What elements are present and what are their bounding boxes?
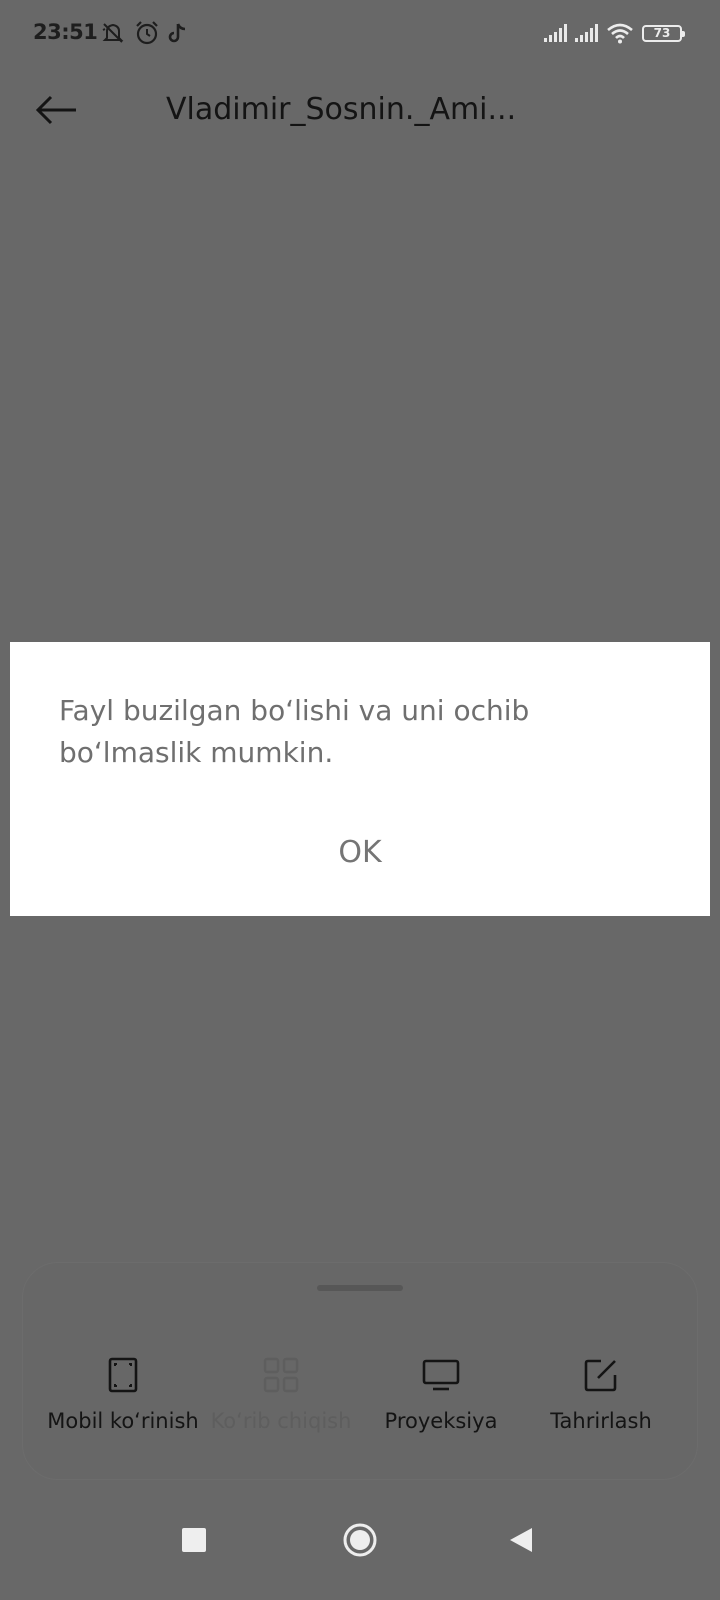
mute-icon xyxy=(102,23,124,43)
alarm-icon xyxy=(136,21,158,45)
recent-apps-button[interactable] xyxy=(182,1528,206,1552)
tiktok-icon xyxy=(168,23,186,43)
nav-back-button[interactable] xyxy=(508,1526,534,1554)
back-button[interactable] xyxy=(30,84,82,136)
signal-icon xyxy=(575,24,598,42)
status-icons-right: 73 xyxy=(544,22,685,44)
battery-level: 73 xyxy=(653,25,671,40)
arrow-left-icon xyxy=(35,95,76,125)
sheet-drag-handle[interactable] xyxy=(317,1285,403,1291)
edit-icon xyxy=(584,1359,617,1392)
home-button[interactable] xyxy=(342,1522,378,1558)
wifi-icon xyxy=(607,23,633,44)
dialog-message: Fayl buzilgan boʻlishi va uni ochib boʻl… xyxy=(59,694,530,769)
battery-icon: 73 xyxy=(642,24,685,42)
status-bar: 23:51 73 xyxy=(0,0,720,70)
fullscreen-icon xyxy=(108,1357,138,1393)
document-title: Vladimir_Sosnin._Ami... xyxy=(166,92,517,127)
monitor-icon xyxy=(422,1359,460,1391)
system-navigation-bar xyxy=(0,1510,720,1600)
edit-label: Tahrirlash xyxy=(550,1409,652,1433)
status-time: 23:51 xyxy=(33,20,98,44)
edit-button[interactable]: Tahrirlash xyxy=(501,1355,701,1433)
ok-button[interactable]: OK xyxy=(300,828,420,878)
signal-icon xyxy=(544,24,567,42)
grid-icon xyxy=(263,1357,299,1393)
bottom-action-sheet: Mobil koʻrinish Koʻrib chiqish Proyeksiy… xyxy=(22,1262,698,1480)
alert-dialog: Fayl buzilgan boʻlishi va uni ochib boʻl… xyxy=(10,642,710,916)
status-icons-left xyxy=(100,20,188,46)
app-bar: Vladimir_Sosnin._Ami... xyxy=(0,70,720,150)
